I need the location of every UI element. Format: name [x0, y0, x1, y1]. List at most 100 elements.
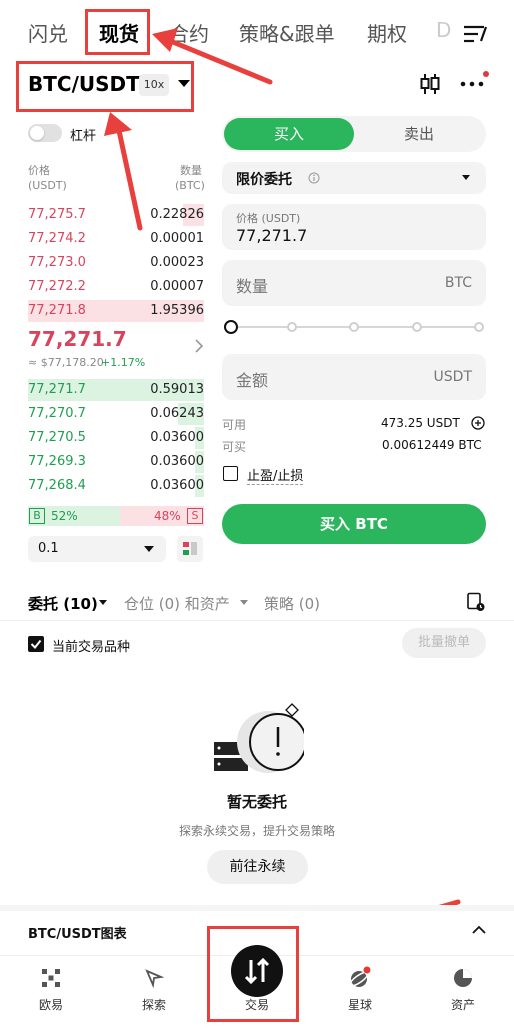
ask-price: 77,273.0: [28, 255, 86, 270]
sell-ratio-icon: S: [187, 508, 203, 524]
nav-planet[interactable]: 星球: [309, 956, 411, 1031]
nav-okx-label: 欧易: [38, 998, 63, 1012]
slider-mark-75[interactable]: [412, 322, 422, 332]
ask-row[interactable]: 77,272.2 0.00007: [28, 276, 204, 298]
tab-strategies[interactable]: 策略 (0): [264, 593, 320, 614]
toggle-knob: [30, 126, 44, 140]
tab-strategy[interactable]: 策略&跟单: [239, 18, 335, 47]
current-pair-label: 当前交易品种: [52, 640, 131, 655]
price-field-label: 价格 (USDT): [236, 212, 301, 225]
bid-price: 77,270.7: [28, 406, 86, 421]
price-unit: (USDT): [28, 179, 67, 192]
ask-price: 77,272.2: [28, 279, 86, 294]
add-circle-icon[interactable]: [471, 416, 485, 430]
bid-row[interactable]: 77,269.3 0.03600: [28, 451, 204, 473]
candlestick-icon[interactable]: [418, 72, 442, 96]
order-type-value: 限价委托: [236, 172, 292, 188]
available-value: 473.25 USDT: [381, 416, 460, 430]
ask-price: 77,275.7: [28, 207, 86, 222]
can-buy-value: 0.00612449 BTC: [382, 438, 482, 452]
precision-select[interactable]: 0.1: [28, 536, 166, 562]
ask-row[interactable]: 77,271.8 1.95396: [28, 300, 204, 322]
price-field[interactable]: 价格 (USDT) 77,271.7: [222, 204, 486, 250]
goto-perpetual-button[interactable]: 前往永续: [207, 850, 308, 884]
nav-okx[interactable]: 欧易: [0, 956, 102, 1031]
ask-quantity: 0.00007: [150, 279, 204, 294]
ask-row[interactable]: 77,275.7 0.22826: [28, 204, 204, 226]
qty-unit: (BTC): [175, 179, 205, 192]
qty-header: 数量: [180, 164, 202, 177]
chevron-up-icon[interactable]: [472, 925, 486, 935]
info-icon[interactable]: [308, 172, 320, 184]
tab-options[interactable]: 期权: [367, 18, 407, 47]
slider-mark-50[interactable]: [349, 322, 359, 332]
last-price-change: +1.17%: [101, 356, 146, 369]
bid-quantity: 0.03600: [150, 454, 204, 469]
ask-quantity: 1.95396: [150, 303, 204, 318]
assets-icon: [454, 969, 472, 987]
last-price-usd: ≈ $77,178.20: [28, 356, 104, 369]
okx-logo-icon: [42, 969, 60, 987]
slider-handle[interactable]: [224, 320, 238, 334]
current-pair-checkbox[interactable]: [28, 636, 44, 652]
bid-price: 77,269.3: [28, 454, 86, 469]
chevron-down-icon: [99, 600, 107, 605]
quantity-field[interactable]: 数量 BTC: [222, 260, 486, 306]
ask-quantity: 0.00023: [150, 255, 204, 270]
ask-price: 77,271.8: [28, 303, 86, 318]
check-icon: [30, 639, 42, 650]
buy-ratio-value: 52%: [51, 509, 78, 523]
annotation-box-trade: [207, 926, 299, 1022]
bid-price: 77,268.4: [28, 478, 86, 493]
quantity-unit: BTC: [444, 275, 472, 291]
margin-label: 杠杆: [70, 129, 97, 144]
buy-submit-button[interactable]: 买入 BTC: [222, 504, 486, 544]
buy-tab[interactable]: 买入: [224, 118, 354, 150]
bid-row[interactable]: 77,270.7 0.06243: [28, 403, 204, 425]
bid-quantity: 0.59013: [150, 382, 204, 397]
chevron-down-icon: [462, 175, 470, 180]
ask-row[interactable]: 77,274.2 0.00001: [28, 228, 204, 250]
batch-cancel-button[interactable]: 批量撤单: [402, 628, 486, 658]
book-layout-icon[interactable]: [177, 536, 203, 562]
chart-panel-title: BTC/USDT图表: [28, 927, 127, 942]
tpsl-checkbox[interactable]: [223, 466, 238, 481]
tab-more[interactable]: D: [436, 18, 451, 42]
slider-mark-100[interactable]: [474, 322, 484, 332]
order-history-icon[interactable]: [466, 592, 486, 612]
nav-assets[interactable]: 资产: [412, 956, 514, 1031]
tab-open-orders[interactable]: 委托 (10): [28, 593, 98, 614]
margin-toggle[interactable]: [28, 124, 62, 142]
chevron-right-icon[interactable]: [194, 339, 204, 353]
order-type-select[interactable]: 限价委托: [222, 162, 486, 194]
ask-row[interactable]: 77,273.0 0.00023: [28, 252, 204, 274]
empty-title: 暂无委托: [226, 793, 287, 811]
ask-quantity: 0.22826: [150, 207, 204, 222]
last-price: 77,271.7: [28, 327, 127, 351]
bid-row[interactable]: 77,268.4 0.03600: [28, 475, 204, 497]
bid-row[interactable]: 77,271.7 0.59013: [28, 379, 204, 401]
price-field-value: 77,271.7: [236, 226, 308, 245]
annotation-box-pair: [16, 61, 194, 112]
bid-quantity: 0.03600: [150, 430, 204, 445]
tab-futures[interactable]: 合约: [169, 18, 209, 47]
bid-quantity: 0.06243: [150, 406, 204, 421]
amount-unit: USDT: [433, 369, 472, 385]
ask-price: 77,274.2: [28, 231, 86, 246]
tpsl-label[interactable]: 止盈/止损: [247, 465, 304, 485]
side-switch: 买入 卖出: [222, 116, 486, 152]
slider-mark-25[interactable]: [287, 322, 297, 332]
nav-explore[interactable]: 探索: [103, 956, 205, 1031]
annotation-box-spot: [85, 9, 150, 55]
nav-explore-label: 探索: [141, 998, 166, 1012]
more-icon[interactable]: [458, 70, 490, 94]
buy-sell-ratio-bar: B 52% 48% S: [28, 506, 204, 526]
chevron-down-icon: [144, 546, 154, 552]
bid-row[interactable]: 77,270.5 0.03600: [28, 427, 204, 449]
menu-icon[interactable]: [462, 24, 488, 44]
tab-positions-assets[interactable]: 仓位 (0) 和资产: [124, 593, 230, 614]
buy-ratio-icon: B: [29, 508, 45, 524]
amount-field[interactable]: 金额 USDT: [222, 354, 486, 400]
sell-tab[interactable]: 卖出: [354, 118, 484, 150]
tab-flash-swap[interactable]: 闪兑: [28, 18, 68, 47]
